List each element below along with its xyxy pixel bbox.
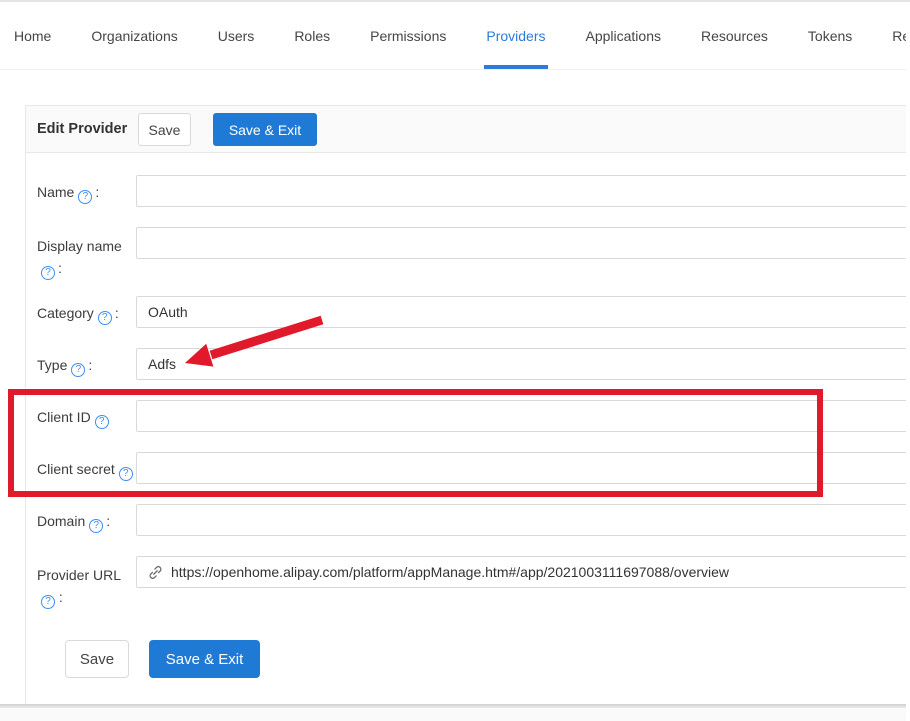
main-nav: Home Organizations Users Roles Permissio… [0, 2, 910, 70]
help-icon[interactable]: ? [41, 595, 55, 609]
domain-input[interactable] [136, 504, 910, 536]
nav-item-resources[interactable]: Resources [701, 2, 768, 69]
help-icon[interactable]: ? [119, 467, 133, 481]
client-secret-input[interactable] [136, 452, 910, 484]
page-background-bottom [0, 708, 910, 721]
link-icon [148, 565, 163, 580]
save-button[interactable]: Save [138, 113, 191, 146]
help-icon[interactable]: ? [41, 266, 55, 280]
nav-item-permissions[interactable]: Permissions [370, 2, 446, 69]
save-button-bottom[interactable]: Save [65, 640, 129, 678]
nav-item-home[interactable]: Home [14, 2, 51, 69]
help-icon[interactable]: ? [78, 190, 92, 204]
save-and-exit-button[interactable]: Save & Exit [213, 113, 317, 146]
nav-item-users[interactable]: Users [218, 2, 255, 69]
help-icon[interactable]: ? [71, 363, 85, 377]
card-header: Edit Provider Save Save & Exit [26, 106, 910, 153]
display-name-input[interactable] [136, 227, 910, 259]
provider-url-label: Provider URL ? : [37, 564, 140, 609]
nav-item-roles[interactable]: Roles [294, 2, 330, 69]
client-id-input[interactable] [136, 400, 910, 432]
nav-item-tokens[interactable]: Tokens [808, 2, 852, 69]
nav-item-organizations[interactable]: Organizations [91, 2, 177, 69]
name-input[interactable] [136, 175, 910, 207]
category-label: Category?: [37, 302, 137, 325]
help-icon[interactable]: ? [95, 415, 109, 429]
save-and-exit-button-bottom[interactable]: Save & Exit [149, 640, 260, 678]
provider-url-value: https://openhome.alipay.com/platform/app… [171, 564, 729, 580]
client-secret-label: Client secret? [37, 458, 137, 481]
domain-label: Domain?: [37, 510, 137, 533]
nav-item-applications[interactable]: Applications [586, 2, 662, 69]
display-name-label: Display name ?: [37, 235, 130, 280]
type-input[interactable] [136, 348, 910, 380]
page-title: Edit Provider [37, 121, 127, 137]
client-id-label: Client ID? [37, 406, 137, 429]
type-label: Type?: [37, 354, 137, 377]
nav-item-providers[interactable]: Providers [486, 2, 545, 69]
help-icon[interactable]: ? [89, 519, 103, 533]
help-icon[interactable]: ? [98, 311, 112, 325]
category-input[interactable] [136, 296, 910, 328]
scrollbar-track[interactable] [906, 4, 910, 721]
provider-url-input[interactable]: https://openhome.alipay.com/platform/app… [136, 556, 910, 588]
name-label: Name?: [37, 181, 137, 204]
edit-provider-card: Edit Provider Save Save & Exit Name?: Di… [25, 105, 910, 705]
